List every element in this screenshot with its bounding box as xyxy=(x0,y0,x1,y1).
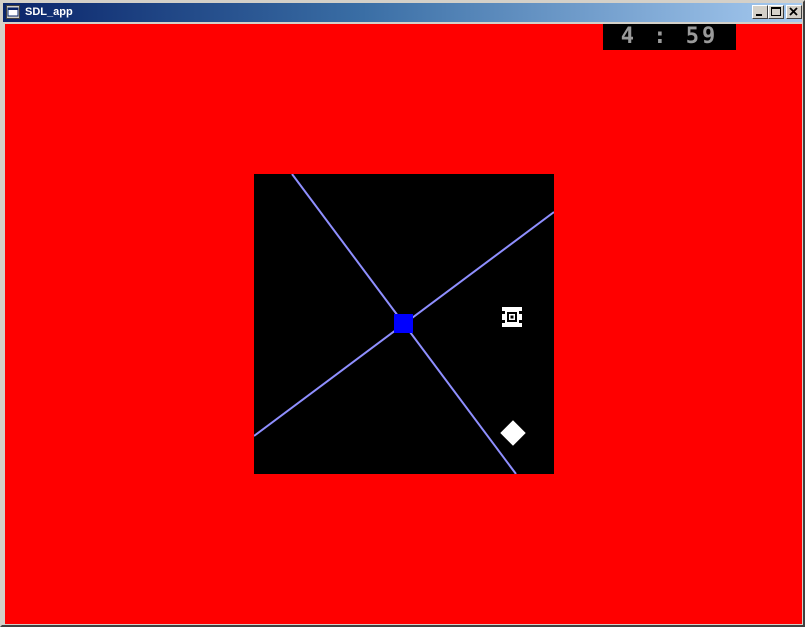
countdown-timer: 4 : 59 xyxy=(603,24,736,50)
app-window: SDL_app 4 : 59 xyxy=(0,0,805,627)
close-icon xyxy=(789,7,798,16)
app-window-icon xyxy=(6,5,20,19)
window-title: SDL_app xyxy=(25,6,73,18)
player-square xyxy=(394,314,413,333)
game-arena[interactable] xyxy=(254,174,554,474)
target-icon xyxy=(502,307,522,327)
maximize-button[interactable] xyxy=(768,5,784,19)
title-bar[interactable]: SDL_app xyxy=(3,3,802,22)
minimize-button[interactable] xyxy=(752,5,768,19)
minimize-icon xyxy=(756,14,762,16)
close-button[interactable] xyxy=(786,5,802,19)
game-canvas[interactable]: 4 : 59 xyxy=(5,24,802,624)
timer-text: 4 : 59 xyxy=(620,24,719,49)
maximize-icon xyxy=(771,7,781,16)
